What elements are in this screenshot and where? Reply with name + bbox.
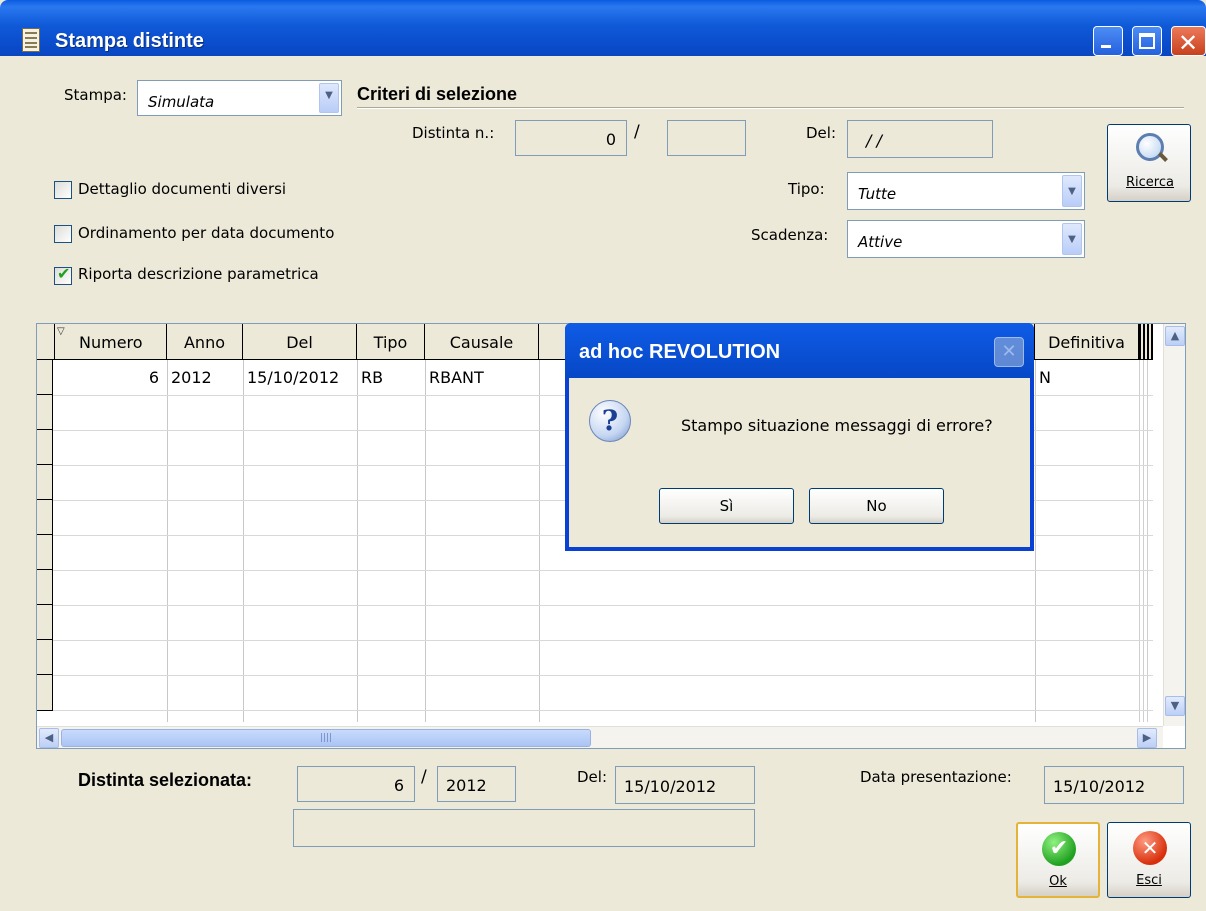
distinta-serie-field[interactable]: [667, 120, 746, 156]
distinta-selezionata-label: Distinta selezionata:: [78, 770, 253, 790]
cell-tipo: RB: [361, 368, 384, 387]
dialog-title-bar[interactable]: ad hoc REVOLUTION ✕: [565, 323, 1034, 378]
window-title: Stampa distinte: [55, 30, 204, 52]
scroll-right-icon[interactable]: ▶: [1137, 728, 1157, 748]
criteri-title: Criteri di selezione: [357, 84, 518, 104]
dialog-body: ? Stampo situazione messaggi di errore? …: [569, 378, 1030, 547]
close-icon: ✕: [1001, 341, 1017, 362]
cell-del: 15/10/2012: [247, 368, 340, 387]
dialog-close-button[interactable]: ✕: [994, 337, 1024, 367]
column-header-definitiva[interactable]: Definitiva: [1035, 324, 1139, 360]
scroll-left-icon[interactable]: ◀: [39, 728, 59, 748]
del-label: Del:: [806, 124, 836, 142]
question-icon: ?: [589, 400, 631, 442]
scadenza-label: Scadenza:: [751, 226, 829, 244]
minimize-button[interactable]: [1093, 26, 1123, 56]
checkbox-riporta[interactable]: ✔: [54, 264, 72, 285]
distinta-label: Distinta n.:: [412, 124, 495, 142]
tipo-select[interactable]: Tutte ▼: [847, 172, 1085, 210]
distinta-separator: /: [634, 122, 640, 142]
grid-corner: [37, 324, 55, 360]
stampa-select[interactable]: Simulata ▼: [137, 80, 342, 116]
maximize-icon: [1139, 33, 1155, 49]
dialog-yes-button[interactable]: Sì: [659, 488, 794, 524]
ricerca-label: Ricerca: [1126, 175, 1174, 190]
esci-label: Esci: [1136, 873, 1162, 888]
column-header-causale[interactable]: Causale: [425, 324, 539, 360]
checkbox-ordinamento-label[interactable]: Ordinamento per data documento: [78, 224, 334, 242]
dialog-title: ad hoc REVOLUTION: [579, 341, 781, 363]
footer-del-label: Del:: [577, 768, 607, 786]
cell-anno: 2012: [171, 368, 212, 387]
horizontal-scrollbar[interactable]: ◀ |||| ▶: [37, 726, 1163, 748]
ok-label: Ok: [1049, 874, 1067, 889]
document-icon: [22, 28, 40, 52]
cell-numero: 6: [148, 368, 159, 387]
title-bar[interactable]: Stampa distinte ✕: [0, 0, 1206, 57]
cell-causale: RBANT: [429, 368, 484, 387]
column-header-tipo[interactable]: Tipo: [357, 324, 425, 360]
sel-anno-field[interactable]: 2012: [437, 766, 516, 802]
scadenza-select[interactable]: Attive ▼: [847, 220, 1085, 258]
stampa-value: Simulata: [148, 93, 215, 111]
checkbox-riporta-label[interactable]: Riporta descrizione parametrica: [78, 265, 319, 283]
confirm-dialog: ad hoc REVOLUTION ✕ ? Stampo situazione …: [565, 323, 1034, 551]
column-header-anno[interactable]: Anno: [167, 324, 243, 360]
scroll-down-icon[interactable]: ▼: [1165, 696, 1185, 716]
scroll-up-icon[interactable]: ▲: [1165, 326, 1185, 346]
scroll-thumb[interactable]: ||||: [61, 729, 591, 747]
column-header-del[interactable]: Del: [243, 324, 357, 360]
scadenza-value: Attive: [858, 233, 903, 251]
ricerca-button[interactable]: Ricerca: [1107, 124, 1191, 202]
del-date-field[interactable]: / /: [847, 120, 993, 158]
chevron-down-icon[interactable]: ▼: [319, 83, 339, 113]
criteri-divider: [357, 107, 1184, 109]
checkbox-dettaglio-label[interactable]: Dettaglio documenti diversi: [78, 180, 286, 198]
main-window: Stampa distinte ✕ Stampa: Simulata ▼ Cri…: [0, 0, 1206, 911]
distinta-number-field[interactable]: 0: [515, 120, 627, 156]
sort-icon: ▽: [57, 326, 65, 337]
chevron-down-icon[interactable]: ▼: [1062, 223, 1082, 255]
minimize-icon: [1101, 45, 1111, 48]
dialog-no-button[interactable]: No: [809, 488, 944, 524]
presentazione-label: Data presentazione:: [860, 768, 1012, 786]
column-resize-handle[interactable]: [1139, 324, 1153, 360]
check-circle-icon: ✔: [1042, 832, 1076, 866]
close-circle-icon: ✕: [1133, 831, 1167, 865]
checkbox-ordinamento[interactable]: [54, 225, 72, 243]
descrizione-field[interactable]: [293, 809, 755, 847]
dialog-message: Stampo situazione messaggi di errore?: [681, 416, 993, 435]
sel-separator: /: [421, 767, 427, 787]
chevron-down-icon[interactable]: ▼: [1062, 175, 1082, 207]
vertical-scrollbar[interactable]: ▲ ▼: [1163, 324, 1185, 726]
maximize-button[interactable]: [1132, 26, 1162, 56]
footer-del-field[interactable]: 15/10/2012: [615, 766, 755, 804]
column-header-numero[interactable]: Numero: [55, 324, 167, 360]
close-window-button[interactable]: ✕: [1171, 26, 1206, 57]
presentazione-field[interactable]: 15/10/2012: [1044, 766, 1184, 804]
cell-definitiva: N: [1039, 368, 1051, 387]
close-icon: ✕: [1178, 29, 1199, 57]
esci-button[interactable]: ✕ Esci: [1107, 822, 1191, 898]
stampa-label: Stampa:: [64, 86, 127, 104]
sel-number-field[interactable]: 6: [297, 766, 415, 802]
checkmark-icon: ✔: [57, 264, 71, 283]
tipo-value: Tutte: [858, 185, 897, 203]
checkbox-dettaglio[interactable]: [54, 181, 72, 199]
tipo-label: Tipo:: [788, 180, 825, 198]
ok-button[interactable]: ✔ Ok: [1016, 822, 1100, 898]
